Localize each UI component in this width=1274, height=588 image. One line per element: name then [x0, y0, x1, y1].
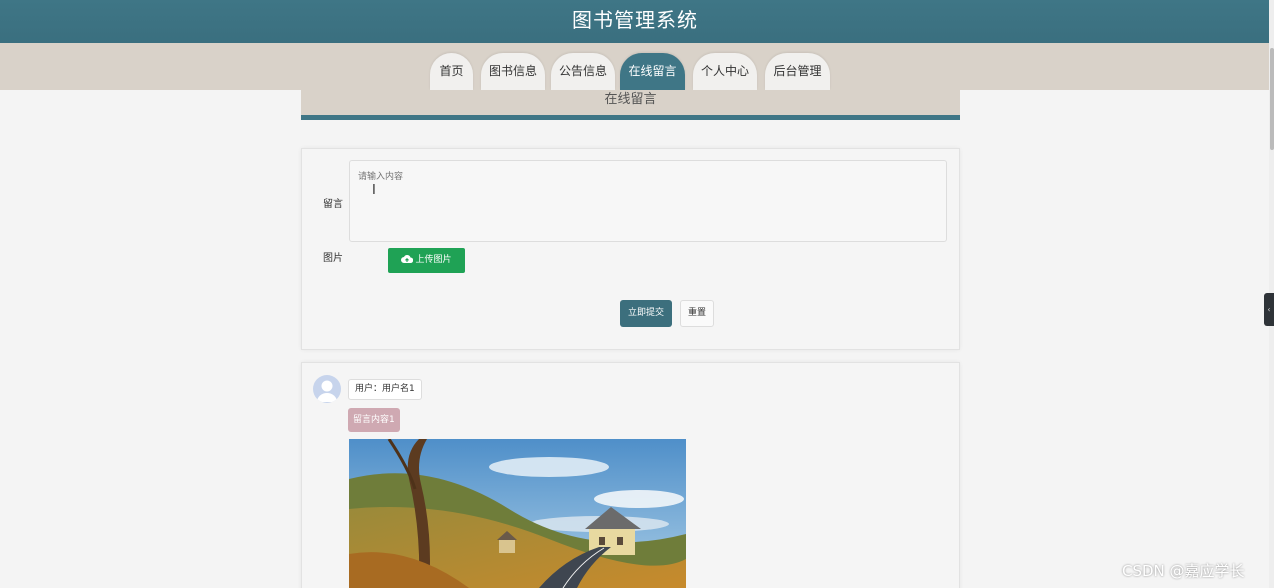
section-divider [301, 115, 960, 120]
image-label: 图片 [323, 253, 343, 264]
tab-notices[interactable]: 公告信息 [551, 53, 615, 90]
tab-home[interactable]: 首页 [430, 53, 473, 90]
upload-image-label: 上传图片 [415, 255, 452, 265]
app-title: 图书管理系统 [572, 8, 698, 32]
tab-profile[interactable]: 个人中心 [693, 53, 757, 90]
text-cursor-icon: I [372, 183, 376, 198]
upload-image-button[interactable]: 上传图片 [388, 248, 465, 273]
user-avatar-icon [313, 375, 341, 403]
side-panel-toggle[interactable]: ‹ [1264, 293, 1274, 326]
comment-username: 用户：用户名1 [348, 379, 422, 400]
comment-content: 留言内容1 [348, 408, 400, 432]
comment-image [349, 439, 686, 588]
scrollbar-thumb[interactable] [1270, 48, 1274, 150]
submit-button[interactable]: 立即提交 [620, 300, 672, 327]
section-title: 在线留言 [301, 90, 960, 115]
tab-books[interactable]: 图书信息 [481, 53, 545, 90]
message-textarea[interactable] [349, 160, 947, 242]
tab-messages[interactable]: 在线留言 [620, 53, 685, 90]
main-nav: 首页 图书信息 公告信息 在线留言 个人中心 后台管理 [0, 53, 1270, 90]
cloud-upload-icon [401, 250, 414, 275]
tab-admin[interactable]: 后台管理 [765, 53, 830, 90]
app-header: 图书管理系统 [0, 0, 1270, 43]
watermark: CSDN @嘉应学长 [1122, 562, 1245, 580]
message-label: 留言 [323, 199, 343, 210]
reset-button[interactable]: 重置 [680, 300, 714, 327]
chevron-left-icon: ‹ [1267, 305, 1271, 314]
